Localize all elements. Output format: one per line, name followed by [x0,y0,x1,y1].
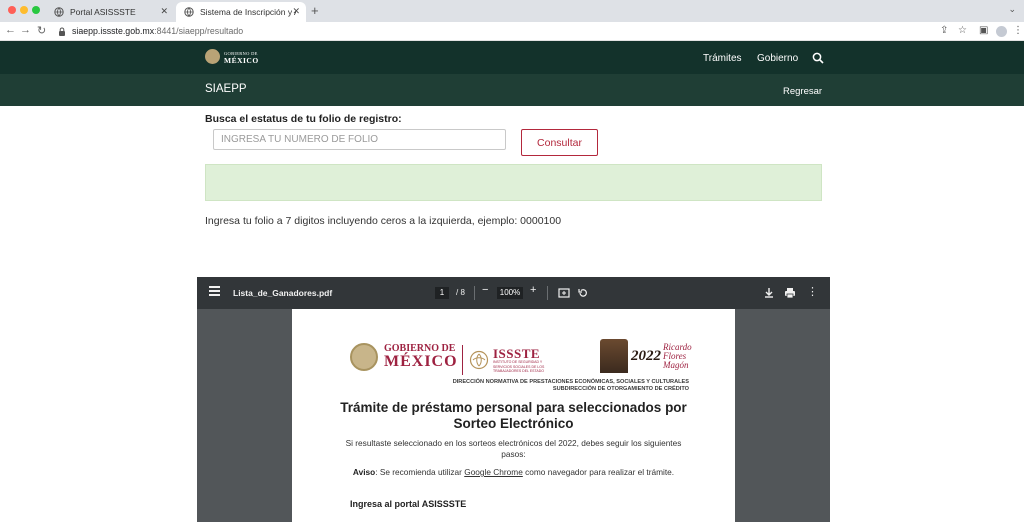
tab-label: Sistema de Inscripción y Asign [200,7,296,17]
print-icon[interactable] [784,287,796,299]
more-vert-icon[interactable]: ⋮ [807,285,818,298]
result-alert [205,164,822,201]
lock-icon [59,27,65,36]
logo-divider [462,345,463,375]
doc-aviso-paragraph: Aviso: Se recomienda utilizar Google Chr… [342,467,685,478]
doc-section-heading: Ingresa al portal ASISSSTE [350,499,467,509]
search-icon[interactable] [812,52,824,64]
nav-tramites[interactable]: Trámites [703,53,742,64]
browser-toolbar: ← → ↻ siaepp.issste.gob.mx:8441/siaepp/r… [0,22,1024,41]
rotate-icon[interactable] [577,287,589,299]
folio-hint: Ingresa tu folio a 7 digitos incluyendo … [205,215,562,227]
pdf-page-total: / 8 [456,288,465,297]
seal-icon [205,49,220,64]
close-icon[interactable]: ✕ [292,6,300,17]
close-icon[interactable]: ✕ [160,6,168,17]
doc-gob-line2: MÉXICO [384,353,458,370]
toolbar-divider [547,286,548,300]
aviso-pre: : Se recomienda utilizar [375,467,465,477]
doc-direction-line1: DIRECCIÓN NORMATIVA DE PRESTACIONES ECON… [452,379,689,385]
more-vert-icon[interactable]: ⋮ [1013,25,1023,36]
folio-input[interactable] [213,129,506,150]
window-maximize-button[interactable] [32,6,40,14]
address-bar[interactable]: siaepp.issste.gob.mx:8441/siaepp/resulta… [54,23,970,39]
nav-gobierno[interactable]: Gobierno [757,53,798,64]
consultar-button[interactable]: Consultar [521,129,598,156]
download-icon[interactable] [763,287,775,299]
chrome-link[interactable]: Google Chrome [464,467,523,477]
toolbar-divider [474,286,475,300]
gob-mexico-logo[interactable]: GOBIERNO DE MÉXICO [205,49,259,64]
app-bar: SIAEPP Regresar [0,74,1024,106]
folio-search-label: Busca el estatus de tu folio de registro… [205,113,402,125]
tab-sistema-inscripcion[interactable]: Sistema de Inscripción y Asign ✕ [176,2,306,22]
gob-mexico-logo: GOBIERNO DE MÉXICO [350,343,458,371]
gob-header: GOBIERNO DE MÉXICO Trámites Gobierno [0,41,1024,74]
fit-page-icon[interactable] [558,287,570,299]
doc-issste-subtitle: INSTITUTO DE SEGURIDAD Y SERVICIOS SOCIA… [493,360,545,373]
doc-direction: DIRECCIÓN NORMATIVA DE PRESTACIONES ECON… [453,379,689,393]
new-tab-icon[interactable]: + [311,3,319,18]
sidebar-icon[interactable]: ▣ [979,25,988,36]
seal-icon [350,343,378,371]
browser-tab-strip: Portal ASISSSTE ✕ Sistema de Inscripción… [0,0,1024,22]
doc-paragraph-1: Si resultaste seleccionado en los sorteo… [345,438,682,459]
menu-icon[interactable] [209,286,220,296]
app-title[interactable]: SIAEPP [205,83,247,95]
back-arrow-icon[interactable]: ← [5,24,16,36]
doc-year-name: Ricardo Flores Magón [663,341,692,370]
pdf-zoom-input[interactable]: 100% [497,287,523,299]
doc-direction-line2: SUBDIRECCIÓN DE OTORGAMIENTO DE CRÉDITO [552,386,689,392]
year-2022-logo: 2022 Ricardo Flores Magón [600,339,693,373]
zoom-in-icon[interactable]: + [530,284,536,296]
pdf-filename: Lista_de_Ganadores.pdf [233,288,333,298]
profile-avatar-icon[interactable] [996,26,1007,37]
url-path: :8441/siaepp/resultado [154,26,244,36]
portrait-image [600,339,628,373]
zoom-out-icon[interactable]: − [482,284,488,296]
window-close-button[interactable] [8,6,16,14]
logo-line2: MÉXICO [224,55,259,65]
chevron-down-icon[interactable]: ⌄ [1008,4,1016,15]
window-minimize-button[interactable] [20,6,28,14]
aviso-post: como navegador para realizar el trámite. [522,467,675,477]
reload-icon[interactable]: ↻ [37,24,46,37]
aviso-label: Aviso [352,467,376,477]
tab-portal-asissste[interactable]: Portal ASISSSTE ✕ [46,2,174,22]
pdf-page-input[interactable]: 1 [435,287,449,299]
tab-label: Portal ASISSSTE [70,7,136,17]
globe-icon [184,7,194,17]
globe-icon [54,7,64,17]
doc-title: Trámite de préstamo personal para selecc… [340,400,687,431]
pdf-page: GOBIERNO DE MÉXICO ISSSTE INSTITUTO DE S… [292,309,735,522]
pdf-toolbar: Lista_de_Ganadores.pdf 1 / 8 − 100% + ⋮ [197,277,830,309]
forward-arrow-icon[interactable]: → [20,24,31,36]
doc-issste-name: ISSSTE [493,346,541,361]
regresar-link[interactable]: Regresar [783,86,822,97]
url-host: siaepp.issste.gob.mx [72,26,155,36]
star-icon[interactable]: ☆ [958,25,967,36]
share-icon[interactable]: ⇪ [940,25,948,36]
issste-logo: ISSSTE INSTITUTO DE SEGURIDAD Y SERVICIO… [469,347,551,374]
doc-year-badge: 2022 [631,347,661,364]
pdf-viewer: Lista_de_Ganadores.pdf 1 / 8 − 100% + ⋮ … [197,277,830,522]
issste-flower-icon [469,351,489,370]
